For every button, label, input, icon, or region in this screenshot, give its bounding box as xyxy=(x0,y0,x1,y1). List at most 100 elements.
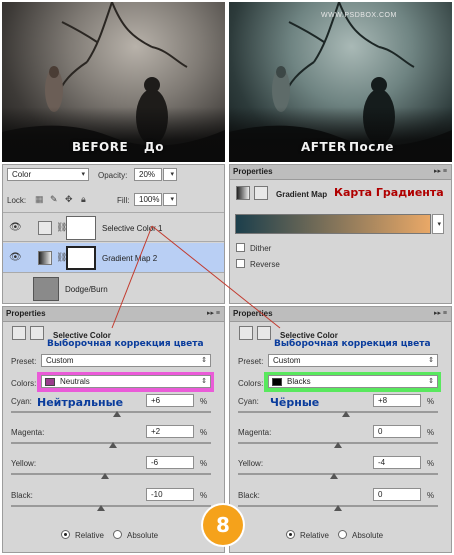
colors-select[interactable]: Blacks ⇕ xyxy=(268,375,438,388)
panel-menu-icon[interactable]: ▸▸ ≡ xyxy=(434,167,447,175)
layer-thumbnail[interactable] xyxy=(33,277,59,301)
properties-tabbar: Properties ▸▸ ≡ xyxy=(3,307,224,322)
color-swatch xyxy=(272,378,282,386)
relative-label: Relative xyxy=(75,531,104,540)
percent-label: % xyxy=(427,459,435,468)
color-swatch xyxy=(45,378,55,386)
cyan-slider[interactable] xyxy=(11,411,211,413)
magenta-value: +2 xyxy=(151,427,161,436)
percent-label: % xyxy=(200,397,208,406)
layer-row[interactable]: 👁︎ ⛓︎ Selective Color 1 xyxy=(3,212,224,242)
chevron-down-icon: ▾ xyxy=(81,171,85,178)
cyan-slider[interactable] xyxy=(238,411,438,413)
reverse-checkbox[interactable] xyxy=(236,259,245,268)
lock-label: Lock: xyxy=(7,196,27,205)
black-value: 0 xyxy=(378,490,383,499)
panel-title-ru: Выборочная коррекция цвета xyxy=(47,339,204,349)
selective-color-icon xyxy=(12,326,26,340)
cyan-slider-thumb[interactable] xyxy=(113,411,121,417)
blend-mode-select[interactable]: Color ▾ xyxy=(7,168,89,181)
dither-checkbox[interactable] xyxy=(236,243,245,252)
preset-select[interactable]: Custom ⇕ xyxy=(41,354,211,367)
black-slider[interactable] xyxy=(11,505,211,507)
mask-icon[interactable] xyxy=(254,186,268,200)
tab-properties[interactable]: Properties xyxy=(6,309,46,318)
relative-radio[interactable] xyxy=(286,530,295,539)
magenta-field[interactable]: 0 xyxy=(373,425,421,438)
magenta-slider-thumb[interactable] xyxy=(334,442,342,448)
before-caption-ru: До xyxy=(144,140,164,154)
percent-label: % xyxy=(200,459,208,468)
colors-label: Colors: xyxy=(238,379,264,388)
before-caption: BEFORE xyxy=(72,140,129,154)
eye-icon[interactable]: 👁︎ xyxy=(9,222,22,233)
black-field[interactable]: -10 xyxy=(146,488,194,501)
yellow-field[interactable]: -4 xyxy=(373,456,421,469)
layer-mask-thumbnail[interactable] xyxy=(66,216,96,240)
absolute-radio[interactable] xyxy=(338,530,347,539)
layer-mask-thumbnail[interactable] xyxy=(66,246,96,270)
absolute-radio[interactable] xyxy=(113,530,122,539)
lock-move-icon[interactable]: ✥ xyxy=(65,194,73,205)
fill-field[interactable]: 100% xyxy=(134,193,162,206)
panel-title: Gradient Map xyxy=(276,190,328,199)
cyan-field[interactable]: +6 xyxy=(146,394,194,407)
gradient-map-properties-panel: Properties ▸▸ ≡ Gradient Map Карта Гради… xyxy=(229,164,452,304)
yellow-slider-thumb[interactable] xyxy=(330,473,338,479)
gradient-preview[interactable] xyxy=(235,214,431,234)
properties-tabbar: Properties ▸▸ ≡ xyxy=(230,165,451,180)
absolute-label: Absolute xyxy=(352,531,384,540)
selective-color-panel-blacks: Properties ▸▸ ≡ Selective Color Выборочн… xyxy=(229,306,452,553)
blend-mode-value: Color xyxy=(12,170,32,179)
cyan-field[interactable]: +8 xyxy=(373,394,421,407)
preset-select[interactable]: Custom ⇕ xyxy=(268,354,438,367)
magenta-label: Magenta: xyxy=(11,428,45,437)
relative-radio[interactable] xyxy=(61,530,70,539)
yellow-slider-thumb[interactable] xyxy=(101,473,109,479)
lock-paint-icon[interactable]: ✎ xyxy=(50,194,58,205)
after-photo: WWW.PSDBOX.COM AFTER После xyxy=(229,2,452,162)
panel-menu-icon[interactable]: ▸▸ ≡ xyxy=(207,309,220,317)
tab-properties[interactable]: Properties xyxy=(233,167,273,176)
mask-icon[interactable] xyxy=(257,326,271,340)
layer-row[interactable]: Dodge/Burn xyxy=(3,274,224,304)
chevron-updown-icon: ⇕ xyxy=(428,357,434,364)
before-photo: BEFORE До xyxy=(2,2,225,162)
layer-row-selected[interactable]: 👁︎ ⛓︎ Gradient Map 2 xyxy=(3,243,224,273)
chevron-updown-icon: ⇕ xyxy=(428,378,434,385)
selective-color-icon xyxy=(239,326,253,340)
panel-menu-icon[interactable]: ▸▸ ≡ xyxy=(434,309,447,317)
preset-value: Custom xyxy=(273,356,301,365)
mask-icon[interactable] xyxy=(30,326,44,340)
panel-title-ru: Выборочная коррекция цвета xyxy=(274,339,431,349)
cyan-slider-thumb[interactable] xyxy=(342,411,350,417)
magenta-slider-thumb[interactable] xyxy=(109,442,117,448)
yellow-slider[interactable] xyxy=(11,473,211,475)
relative-label: Relative xyxy=(300,531,329,540)
yellow-slider[interactable] xyxy=(238,473,438,475)
opacity-dropdown[interactable]: ▾ xyxy=(163,168,177,181)
percent-label: % xyxy=(200,491,208,500)
magenta-value: 0 xyxy=(378,427,383,436)
lock-all-icon[interactable]: 🔒︎ xyxy=(81,194,86,205)
black-slider-thumb[interactable] xyxy=(97,505,105,511)
opacity-value: 20% xyxy=(139,170,156,179)
magenta-field[interactable]: +2 xyxy=(146,425,194,438)
percent-label: % xyxy=(427,491,435,500)
panel-title-ru: Карта Градиента xyxy=(334,186,444,199)
gradient-map-adjustment-icon xyxy=(38,251,52,265)
yellow-label: Yellow: xyxy=(11,459,37,468)
eye-icon[interactable]: 👁︎ xyxy=(9,252,22,263)
gradient-dropdown[interactable]: ▾ xyxy=(432,214,444,234)
colors-select[interactable]: Neutrals ⇕ xyxy=(41,375,211,388)
lock-transparent-icon[interactable]: ▦ xyxy=(35,194,44,205)
preset-label: Preset: xyxy=(11,357,37,366)
layer-name: Dodge/Burn xyxy=(65,285,108,294)
fill-dropdown[interactable]: ▾ xyxy=(163,193,177,206)
black-field[interactable]: 0 xyxy=(373,488,421,501)
opacity-field[interactable]: 20% xyxy=(134,168,162,181)
cyan-value: +6 xyxy=(151,396,161,405)
tab-properties[interactable]: Properties xyxy=(233,309,273,318)
black-slider-thumb[interactable] xyxy=(334,505,342,511)
yellow-field[interactable]: -6 xyxy=(146,456,194,469)
